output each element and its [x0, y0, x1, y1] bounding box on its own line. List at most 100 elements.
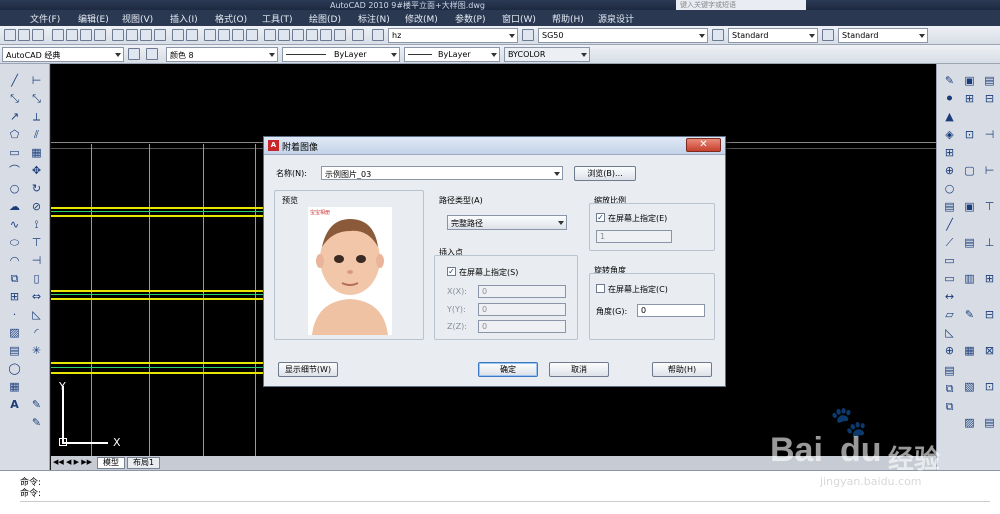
copy-object-icon[interactable]: ⤡	[30, 92, 43, 105]
chamfer-icon[interactable]: ◺	[30, 308, 43, 321]
preview-icon[interactable]	[66, 29, 78, 41]
arc-icon[interactable]: ⌒	[8, 164, 21, 177]
menu-view[interactable]: 视图(V)	[122, 12, 153, 25]
angle-field[interactable]: 0	[637, 304, 705, 317]
tool-icon[interactable]: ◺	[943, 326, 956, 339]
save-icon[interactable]	[32, 29, 44, 41]
pan-icon[interactable]	[204, 29, 216, 41]
dim-style-combo[interactable]: SG50	[538, 28, 708, 43]
command-input[interactable]	[20, 501, 990, 513]
tool-icon[interactable]: ▣	[963, 200, 976, 213]
circle-icon[interactable]: ○	[8, 182, 21, 195]
tool-icon[interactable]: ⊞	[943, 146, 956, 159]
name-combo[interactable]: 示例图片_03	[321, 166, 563, 180]
markup-icon[interactable]	[320, 29, 332, 41]
mtext-icon[interactable]: A	[8, 398, 21, 411]
layer-icon[interactable]	[146, 48, 158, 60]
tool-icon[interactable]: ⧉	[943, 382, 956, 395]
tool-icon[interactable]: ↔	[943, 290, 956, 303]
menu-insert[interactable]: 插入(I)	[170, 12, 198, 25]
tool-icon[interactable]: ▤	[943, 364, 956, 377]
tool-icon[interactable]: ▤	[983, 416, 996, 429]
tab-model[interactable]: 模型	[97, 457, 125, 469]
revcloud-icon[interactable]: ☁	[8, 200, 21, 213]
sheet-set-icon[interactable]	[306, 29, 318, 41]
mirror-icon[interactable]: ⟂	[30, 110, 43, 123]
copy-icon[interactable]	[126, 29, 138, 41]
tool-icon[interactable]: ⊞	[963, 92, 976, 105]
text-style-combo[interactable]: hz	[388, 28, 518, 43]
move-icon[interactable]: ✥	[30, 164, 43, 177]
path-type-combo[interactable]: 完整路径	[447, 215, 567, 230]
array-icon[interactable]: ▦	[30, 146, 43, 159]
text-style-icon[interactable]	[372, 29, 384, 41]
multileader-style-combo[interactable]: Standard	[838, 28, 928, 43]
tool-icon[interactable]: ⟋	[943, 236, 956, 249]
rectangle-icon[interactable]: ▭	[8, 146, 21, 159]
publish-icon[interactable]	[80, 29, 92, 41]
print-icon[interactable]	[52, 29, 64, 41]
scale-specify-checkbox[interactable]: ✓	[596, 213, 605, 222]
menu-yuanquan[interactable]: 源泉设计	[598, 12, 634, 25]
browse-button[interactable]: 浏览(B)...	[574, 166, 636, 181]
match-icon[interactable]	[154, 29, 166, 41]
z-field[interactable]: 0	[478, 320, 566, 333]
tool-icon[interactable]: ▤	[983, 74, 996, 87]
region-icon[interactable]: ◯	[8, 362, 21, 375]
point-icon[interactable]: ·	[8, 308, 21, 321]
paste-icon[interactable]	[140, 29, 152, 41]
dim-style-icon[interactable]	[522, 29, 534, 41]
tool-palettes-icon[interactable]	[292, 29, 304, 41]
menu-file[interactable]: 文件(F)	[30, 12, 60, 25]
menu-edit[interactable]: 编辑(E)	[78, 12, 109, 25]
search-input[interactable]: 键入关键字或短语	[676, 0, 806, 10]
extend-icon[interactable]: ⊣	[30, 254, 43, 267]
table-style-icon[interactable]	[712, 29, 724, 41]
tool-icon[interactable]: ⊥	[983, 236, 996, 249]
construction-line-icon[interactable]: ⤡	[8, 92, 21, 105]
tool-icon[interactable]: ⊟	[983, 308, 996, 321]
tool-icon[interactable]: ▤	[943, 200, 956, 213]
menu-tools[interactable]: 工具(T)	[262, 12, 293, 25]
insert-specify-checkbox[interactable]: ✓	[447, 267, 456, 276]
scale-field[interactable]: 1	[596, 230, 672, 243]
ok-button[interactable]: 确定	[478, 362, 538, 377]
table-icon[interactable]: ▦	[8, 380, 21, 393]
pencil-icon[interactable]: ✎	[30, 398, 43, 411]
multileader-style-icon[interactable]	[822, 29, 834, 41]
offset-icon[interactable]: ⫽	[30, 128, 43, 141]
design-center-icon[interactable]	[278, 29, 290, 41]
tool-icon[interactable]: ⊞	[983, 272, 996, 285]
tool-icon[interactable]: ⊡	[983, 380, 996, 393]
tool-icon[interactable]: ▢	[963, 164, 976, 177]
lineweight-combo[interactable]: ByLayer	[404, 47, 500, 62]
tool-icon[interactable]: ╱	[943, 218, 956, 231]
tool-icon[interactable]: ⊡	[963, 128, 976, 141]
show-details-button[interactable]: 显示细节(W)	[278, 362, 338, 377]
tool-icon[interactable]: ⊕	[943, 344, 956, 357]
spline-icon[interactable]: ∿	[8, 218, 21, 231]
annotation-icon[interactable]: ✎	[30, 416, 43, 429]
menu-window[interactable]: 窗口(W)	[502, 12, 536, 25]
tool-icon[interactable]: ▱	[943, 308, 956, 321]
menu-format[interactable]: 格式(O)	[215, 12, 247, 25]
undo-icon[interactable]	[172, 29, 184, 41]
fillet-icon[interactable]: ◜	[30, 326, 43, 339]
insert-block-icon[interactable]: ⧉	[8, 272, 21, 285]
tool-icon[interactable]: ▣	[963, 74, 976, 87]
close-button[interactable]: ✕	[686, 138, 721, 152]
tool-icon[interactable]: ▨	[963, 416, 976, 429]
workspace-combo[interactable]: AutoCAD 经典	[2, 47, 124, 62]
ellipse-arc-icon[interactable]: ◠	[8, 254, 21, 267]
menu-modify[interactable]: 修改(M)	[405, 12, 438, 25]
tool-icon[interactable]: ✎	[963, 308, 976, 321]
cancel-button[interactable]: 取消	[549, 362, 609, 377]
linetype-combo[interactable]: ByLayer	[282, 47, 400, 62]
cut-icon[interactable]	[112, 29, 124, 41]
tool-icon[interactable]: ⊤	[983, 200, 996, 213]
join-icon[interactable]: ⇔	[30, 290, 43, 303]
line-icon[interactable]: ╱	[8, 74, 21, 87]
help-icon[interactable]	[352, 29, 364, 41]
explode-icon[interactable]: ✳	[30, 344, 43, 357]
calculator-icon[interactable]	[334, 29, 346, 41]
